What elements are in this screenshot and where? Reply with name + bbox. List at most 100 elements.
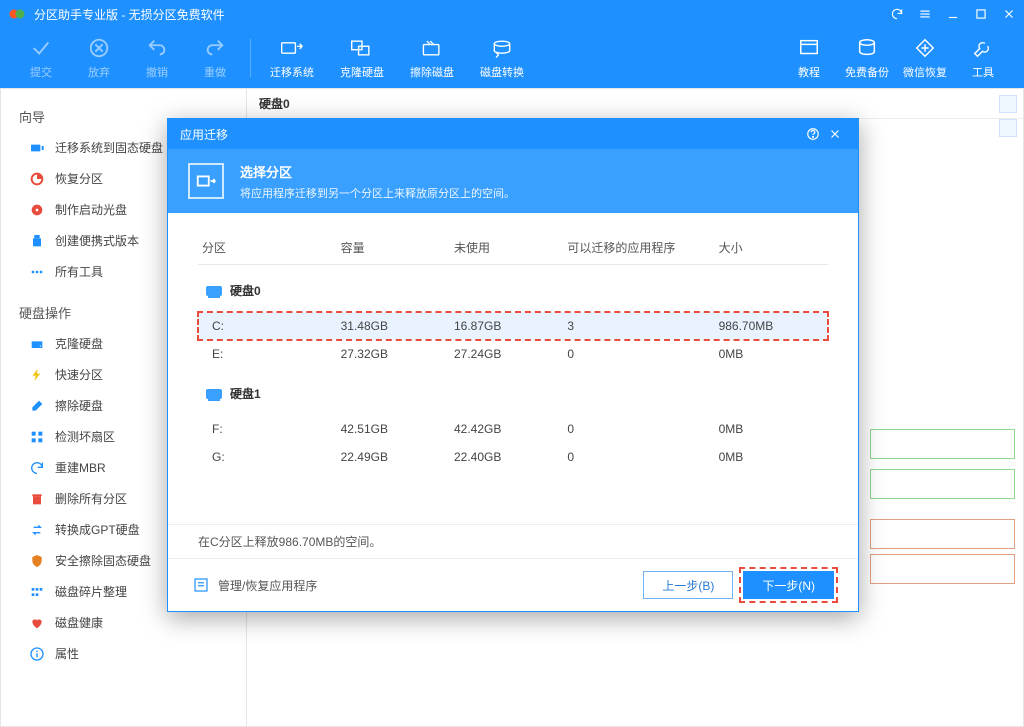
migrate-os-button[interactable]: 迁移系统 [257, 30, 327, 86]
sidebar-item-label: 擦除硬盘 [55, 397, 103, 414]
defrag-icon [29, 584, 45, 600]
sidebar-item-label: 制作启动光盘 [55, 201, 127, 218]
next-button[interactable]: 下一步(N) [743, 571, 834, 599]
app-title: 分区助手专业版 - 无损分区免费软件 [34, 6, 890, 23]
trash-icon [29, 491, 45, 507]
cell-size: 0MB [715, 340, 828, 368]
tools-button[interactable]: 工具 [954, 30, 1012, 86]
discard-button[interactable]: 放弃 [70, 30, 128, 86]
convert-disk-button[interactable]: 磁盘转换 [467, 30, 537, 86]
bolt-icon [29, 367, 45, 383]
clone-disk-button[interactable]: 克隆硬盘 [327, 30, 397, 86]
titlebar: 分区助手专业版 - 无损分区免费软件 [0, 0, 1024, 28]
sidebar-item-label: 创建便携式版本 [55, 232, 139, 249]
cell-size: 986.70MB [715, 312, 828, 340]
wechat-recovery-button[interactable]: 微信恢复 [896, 30, 954, 86]
eraser-icon [29, 398, 45, 414]
main-toolbar: 提交 放弃 撤销 重做 迁移系统 克隆硬盘 擦除磁盘 磁盘转换 教程 免费备份 … [0, 28, 1024, 88]
app-migration-dialog: 应用迁移 选择分区 将应用程序迁移到另一个分区上来释放原分区上的空间。 分区 容… [167, 118, 859, 612]
cell-size: 0MB [715, 415, 828, 443]
partition-row[interactable]: C: 31.48GB 16.87GB 3 986.70MB [198, 312, 828, 340]
dialog-subheading: 将应用程序迁移到另一个分区上来释放原分区上的空间。 [240, 185, 515, 201]
dialog-heading: 选择分区 [240, 162, 515, 181]
cell-apps: 0 [563, 415, 714, 443]
sidebar-item-label: 删除所有分区 [55, 490, 127, 507]
sidebar-item-label: 属性 [55, 645, 79, 662]
menu-icon[interactable] [918, 7, 932, 21]
col-size: 大小 [715, 231, 828, 265]
dialog-help-button[interactable] [802, 127, 824, 141]
cell-capacity: 42.51GB [337, 415, 450, 443]
partition-bar [870, 519, 1015, 549]
cell-partition: G: [198, 443, 337, 471]
cell-free: 16.87GB [450, 312, 563, 340]
disk-icon [206, 286, 222, 296]
sidebar-item-label: 恢复分区 [55, 170, 103, 187]
tutorial-button[interactable]: 教程 [780, 30, 838, 86]
sidebar-item-label: 快速分区 [55, 366, 103, 383]
commit-button[interactable]: 提交 [12, 30, 70, 86]
hdd-icon [29, 336, 45, 352]
dialog-titlebar: 应用迁移 [168, 119, 858, 149]
col-apps: 可以迁移的应用程序 [563, 231, 714, 265]
info-icon [29, 646, 45, 662]
cell-size: 0MB [715, 443, 828, 471]
dots-icon [29, 264, 45, 280]
disk-group: 硬盘1 [202, 375, 824, 408]
back-button[interactable]: 上一步(B) [643, 571, 733, 599]
cell-partition: E: [198, 340, 337, 368]
view-grid-button[interactable] [999, 95, 1017, 113]
col-unused: 未使用 [450, 231, 563, 265]
list-icon [192, 576, 210, 594]
app-logo-icon [8, 5, 26, 23]
partition-row[interactable]: E: 27.32GB 27.24GB 0 0MB [198, 340, 828, 368]
cell-partition: C: [198, 312, 337, 340]
cell-capacity: 31.48GB [337, 312, 450, 340]
cell-capacity: 27.32GB [337, 340, 450, 368]
partition-table: 分区 容量 未使用 可以迁移的应用程序 大小 硬盘0 C: 31.48GB 16… [198, 231, 828, 471]
manage-apps-link[interactable]: 管理/恢复应用程序 [192, 576, 317, 594]
heart-icon [29, 615, 45, 631]
cell-free: 42.42GB [450, 415, 563, 443]
dialog-footer: 管理/恢复应用程序 上一步(B) 下一步(N) [168, 559, 858, 611]
disk-group: 硬盘0 [202, 272, 824, 305]
cell-capacity: 22.49GB [337, 443, 450, 471]
disk-icon [206, 389, 222, 399]
sidebar-item-label: 迁移系统到固态硬盘 [55, 139, 163, 156]
maximize-icon[interactable] [974, 7, 988, 21]
view-list-button[interactable] [999, 119, 1017, 137]
shield-icon [29, 553, 45, 569]
refresh-icon [29, 460, 45, 476]
partition-bar [870, 429, 1015, 459]
dialog-footnote: 在C分区上释放986.70MB的空间。 [168, 524, 858, 559]
sidebar-item-label: 安全擦除固态硬盘 [55, 552, 151, 569]
col-capacity: 容量 [337, 231, 450, 265]
dialog-close-button[interactable] [824, 127, 846, 141]
cell-partition: F: [198, 415, 337, 443]
sidebar-item-label: 磁盘碎片整理 [55, 583, 127, 600]
swap-icon [29, 522, 45, 538]
cell-apps: 3 [563, 312, 714, 340]
undo-button[interactable]: 撤销 [128, 30, 186, 86]
erase-disk-button[interactable]: 擦除磁盘 [397, 30, 467, 86]
sidebar-diskop-item[interactable]: 属性 [1, 638, 246, 669]
col-partition: 分区 [198, 231, 337, 265]
partition-bar [870, 554, 1015, 584]
partition-row[interactable]: F: 42.51GB 42.42GB 0 0MB [198, 415, 828, 443]
migrate-icon [188, 163, 224, 199]
partition-row[interactable]: G: 22.49GB 22.40GB 0 0MB [198, 443, 828, 471]
minimize-icon[interactable] [946, 7, 960, 21]
sidebar-item-label: 检测坏扇区 [55, 428, 115, 445]
sidebar-item-label: 重建MBR [55, 459, 106, 476]
pie-icon [29, 171, 45, 187]
dialog-body: 分区 容量 未使用 可以迁移的应用程序 大小 硬盘0 C: 31.48GB 16… [168, 213, 858, 524]
ssd-icon [29, 140, 45, 156]
cell-free: 27.24GB [450, 340, 563, 368]
close-icon[interactable] [1002, 7, 1016, 21]
sidebar-item-label: 所有工具 [55, 263, 103, 280]
sidebar-item-label: 克隆硬盘 [55, 335, 103, 352]
sidebar-item-label: 转换成GPT硬盘 [55, 521, 140, 538]
refresh-icon[interactable] [890, 7, 904, 21]
backup-button[interactable]: 免费备份 [838, 30, 896, 86]
redo-button[interactable]: 重做 [186, 30, 244, 86]
